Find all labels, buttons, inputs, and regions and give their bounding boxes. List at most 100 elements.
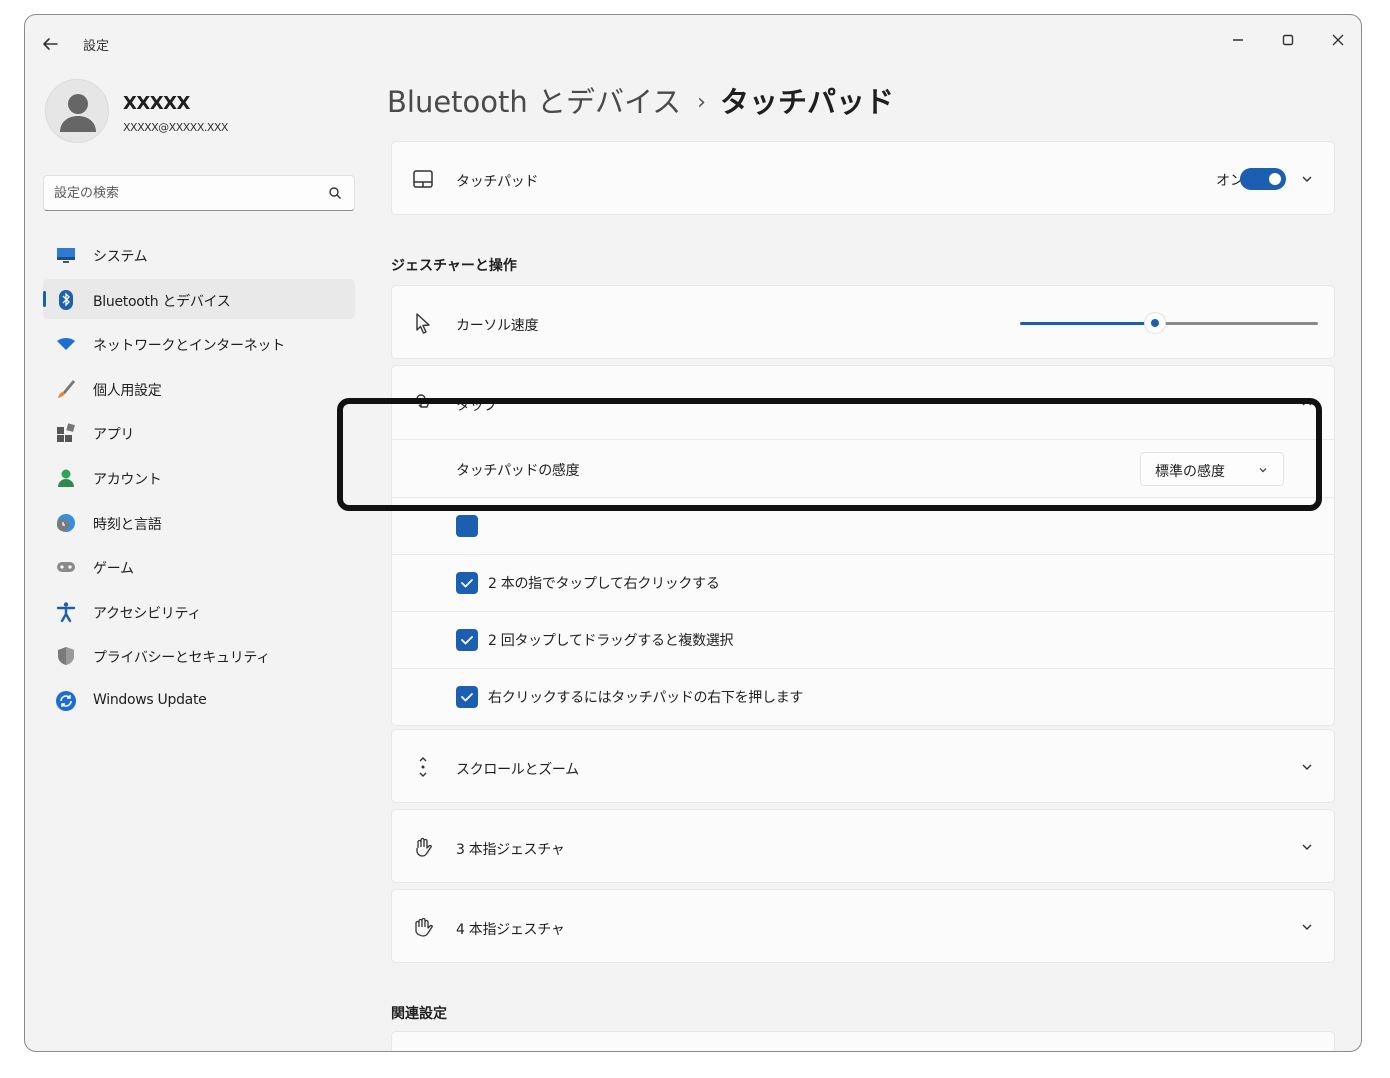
sidebar-item-label: ネットワークとインターネット <box>93 338 285 355</box>
chevron-down-icon[interactable] <box>1300 172 1314 186</box>
slider-track-rest <box>1161 321 1318 325</box>
sidebar-item-label: Windows Update <box>93 691 207 708</box>
minimize-button[interactable] <box>1221 25 1255 55</box>
touchpad-toggle[interactable] <box>1240 168 1286 190</box>
related-section-title: 関連設定 <box>391 1006 447 1022</box>
minimize-icon <box>1233 39 1243 41</box>
page-title: タッチパッド <box>719 85 894 119</box>
tap-option-row: 2 回タップしてドラッグすると複数選択 <box>392 611 1334 667</box>
sidebar-item-apps[interactable]: アプリ <box>43 412 355 452</box>
update-icon <box>56 690 76 711</box>
checkmark-icon <box>461 636 473 645</box>
chevron-down-icon[interactable] <box>1300 760 1314 774</box>
chevron-down-icon[interactable] <box>1300 920 1314 934</box>
taps-expander[interactable]: タップ <box>391 365 1335 440</box>
sidebar-item-label: プライバシーとセキュリティ <box>93 650 270 667</box>
maximize-button[interactable] <box>1271 25 1305 55</box>
apps-icon <box>57 423 75 443</box>
user-email: XXXXX@XXXXX.XXX <box>123 121 228 134</box>
person-icon <box>58 469 74 487</box>
checkbox[interactable] <box>456 515 478 537</box>
maximize-icon <box>1282 34 1294 46</box>
touchpad-card[interactable]: タッチパッド オン <box>391 141 1335 215</box>
three-finger-expander[interactable]: 3 本指ジェスチャ <box>391 809 1335 883</box>
toggle-knob <box>1269 173 1281 185</box>
sidebar-item-label: アプリ <box>93 427 135 444</box>
touchpad-label: タッチパッド <box>456 174 539 190</box>
sidebar-item-accessibility[interactable]: アクセシビリティ <box>43 591 355 631</box>
sidebar-item-time-language[interactable]: 時刻と言語 <box>43 502 355 542</box>
scroll-zoom-label: スクロールとズーム <box>456 762 579 778</box>
user-profile[interactable]: XXXXX XXXXX@XXXXX.XXX <box>43 77 363 147</box>
active-indicator <box>43 290 46 307</box>
scroll-icon <box>419 757 427 777</box>
title-bar: 設定 <box>25 15 1361 65</box>
related-card[interactable] <box>391 1031 1335 1051</box>
checkmark-icon <box>461 579 473 588</box>
taps-expander-body: タッチパッドの感度 標準の感度 2 本の指でタップして右クリックする 2 回タッ… <box>391 439 1335 726</box>
settings-window: 設定 XXXXX XXXXX@XXXXX.XXX システム <box>24 14 1362 1052</box>
sidebar-item-label: 時刻と言語 <box>93 516 162 533</box>
close-icon <box>1332 34 1344 46</box>
chevron-down-icon <box>1259 468 1267 473</box>
chevron-up-icon[interactable] <box>1300 396 1314 410</box>
slider-thumb[interactable] <box>1144 312 1166 334</box>
four-finger-hand-icon <box>415 917 433 937</box>
wifi-icon <box>57 338 75 351</box>
close-button[interactable] <box>1321 25 1355 55</box>
two-finger-tap-checkbox[interactable] <box>456 572 478 594</box>
sidebar-item-windows-update[interactable]: Windows Update <box>43 680 355 720</box>
search-input[interactable] <box>54 176 314 210</box>
app-title: 設定 <box>83 39 110 54</box>
sidebar-item-privacy[interactable]: プライバシーとセキュリティ <box>43 635 355 675</box>
cursor-speed-slider[interactable] <box>1020 312 1318 334</box>
settings-search[interactable] <box>43 175 355 211</box>
double-tap-drag-checkbox[interactable] <box>456 629 478 651</box>
back-button[interactable] <box>39 33 61 55</box>
scroll-zoom-expander[interactable]: スクロールとズーム <box>391 729 1335 803</box>
brush-icon <box>58 379 75 398</box>
globe-clock-icon <box>57 513 75 532</box>
slider-track-fill <box>1020 321 1149 325</box>
gamepad-icon <box>57 562 75 573</box>
sidebar-item-label: システム <box>93 249 148 265</box>
chevron-down-icon[interactable] <box>1300 840 1314 854</box>
touchpad-icon <box>413 170 433 188</box>
sidebar-item-label: 個人用設定 <box>93 382 162 399</box>
breadcrumb-separator: › <box>697 90 706 115</box>
sidebar-item-personalization[interactable]: 個人用設定 <box>43 368 355 408</box>
person-avatar-icon <box>60 94 96 132</box>
search-icon[interactable] <box>328 186 342 200</box>
sidebar-nav: システム Bluetooth とデバイス ネットワークとインターネット 個人用設… <box>43 234 355 725</box>
cursor-speed-label: カーソル速度 <box>456 318 539 334</box>
four-finger-expander[interactable]: 4 本指ジェスチャ <box>391 889 1335 963</box>
four-finger-label: 4 本指ジェスチャ <box>456 922 565 938</box>
cursor-speed-card: カーソル速度 <box>391 285 1335 359</box>
sensitivity-value: 標準の感度 <box>1155 464 1225 480</box>
double-tap-drag-label: 2 回タップしてドラッグすると複数選択 <box>488 633 734 649</box>
tap-option-row: 2 本の指でタップして右クリックする <box>392 554 1334 610</box>
taps-label: タップ <box>456 398 498 414</box>
sensitivity-dropdown[interactable]: 標準の感度 <box>1140 452 1284 486</box>
breadcrumb-parent[interactable]: Bluetooth とデバイス <box>387 85 681 119</box>
tap-option-row: 右クリックするにはタッチパッドの右下を押します <box>392 668 1334 724</box>
user-name: XXXXX <box>123 93 190 114</box>
tap-hand-icon <box>416 394 430 408</box>
sensitivity-row: タッチパッドの感度 標準の感度 <box>392 439 1334 495</box>
three-finger-hand-icon <box>416 837 432 857</box>
avatar <box>45 79 109 143</box>
sidebar-item-accounts[interactable]: アカウント <box>43 457 355 497</box>
sidebar-item-bluetooth[interactable]: Bluetooth とデバイス <box>43 278 355 319</box>
checkmark-icon <box>461 693 473 702</box>
right-corner-click-checkbox[interactable] <box>456 686 478 708</box>
two-finger-tap-label: 2 本の指でタップして右クリックする <box>488 576 720 592</box>
sensitivity-label: タッチパッドの感度 <box>456 463 580 479</box>
sidebar-item-label: アクセシビリティ <box>93 605 202 622</box>
back-arrow-icon <box>43 38 58 50</box>
sidebar-item-system[interactable]: システム <box>43 234 355 274</box>
sidebar-item-network[interactable]: ネットワークとインターネット <box>43 323 355 363</box>
three-finger-label: 3 本指ジェスチャ <box>456 842 565 858</box>
accessibility-icon <box>56 602 76 622</box>
sidebar-item-gaming[interactable]: ゲーム <box>43 546 355 586</box>
cursor-icon <box>416 313 430 334</box>
